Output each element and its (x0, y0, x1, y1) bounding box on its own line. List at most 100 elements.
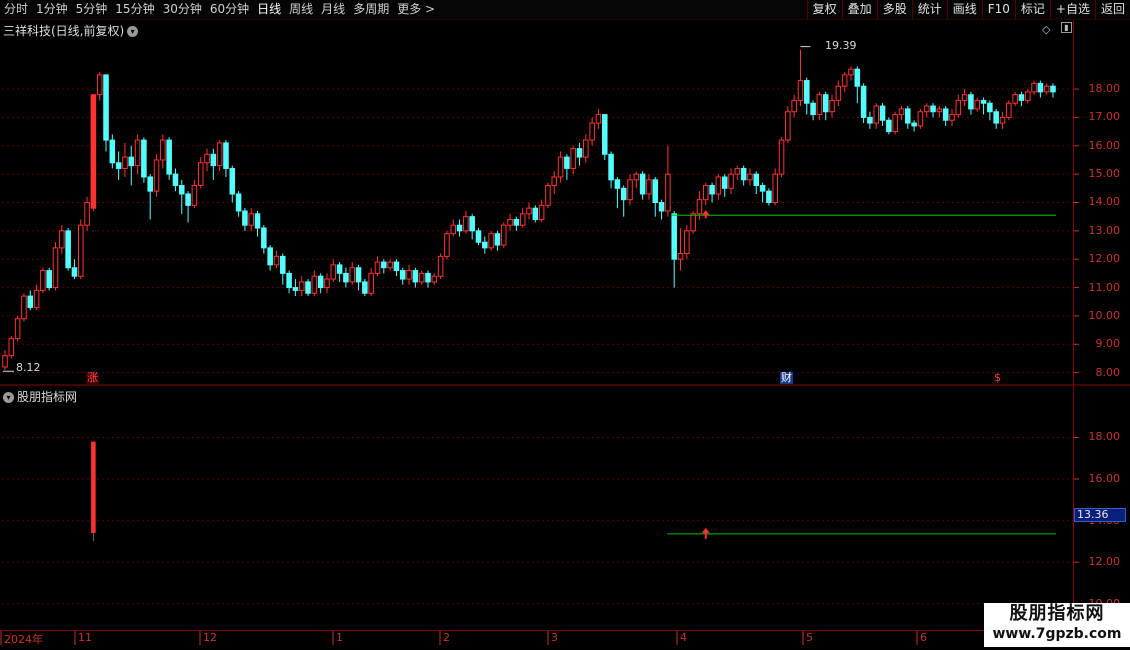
candle-body (147, 176, 153, 192)
candle-body (1012, 94, 1018, 104)
watermark-url: www.7gpzb.com (992, 626, 1122, 642)
price-tick-label: 13.00 (1088, 223, 1121, 237)
candle-body (242, 210, 248, 226)
candle-body (456, 224, 463, 232)
candle-body (841, 74, 848, 87)
candle-body (639, 173, 646, 195)
candle-body (500, 224, 507, 246)
candle-body (810, 102, 816, 116)
limit-up-marker[interactable]: 涨 (86, 372, 99, 384)
candle-body (280, 255, 286, 274)
candle-body (785, 111, 791, 141)
candle-body (21, 295, 27, 320)
indicator-axis: 10.0012.0014.0016.0018.00 (1074, 386, 1130, 626)
candle-body (949, 114, 955, 121)
dividend-marker[interactable]: $ (993, 372, 1002, 384)
candle-body (311, 275, 318, 294)
chevron-down-icon[interactable]: ▾ (3, 392, 14, 403)
candle-body (848, 68, 854, 76)
candle-body (709, 184, 715, 195)
candle-body (40, 270, 46, 291)
month-label: 11 (78, 631, 92, 644)
month-label: 2 (443, 631, 450, 644)
candle-body (463, 216, 469, 232)
indicator-tick-label: 18.00 (1088, 430, 1121, 444)
candle-body (425, 272, 431, 283)
candle-body (166, 139, 172, 175)
candle-body (923, 105, 930, 113)
candle-body (374, 261, 381, 274)
candle-body (134, 139, 141, 167)
indicator-tick-label: 12.00 (1088, 555, 1121, 569)
candle-body (860, 85, 867, 118)
finance-marker[interactable]: 财 (780, 372, 793, 384)
candle-body (905, 108, 911, 124)
price-panel-title[interactable]: 三祥科技(日线,前复权) ▾ (3, 22, 139, 39)
candle-body (791, 99, 797, 113)
candle-body (974, 99, 981, 110)
month-label: 2024年 (4, 633, 43, 646)
price-tick-label: 18.00 (1088, 82, 1121, 96)
indicator-title: 股朋指标网 (17, 390, 78, 404)
candle-body (336, 264, 343, 274)
candle-body (109, 139, 116, 164)
candle-body (822, 94, 829, 113)
candle-body (469, 216, 475, 232)
month-label: 12 (203, 631, 217, 644)
candle-body (191, 184, 198, 206)
candle-body (482, 241, 488, 249)
candle-body (229, 167, 236, 195)
candle-body (8, 338, 15, 357)
candle-body (273, 255, 280, 266)
candle-body (1037, 82, 1044, 93)
candle-body (545, 184, 551, 206)
candle-body (204, 153, 210, 164)
candle-body (115, 162, 122, 169)
candle-body (362, 281, 368, 294)
month-label: 5 (806, 631, 813, 644)
chart-canvas[interactable] (0, 0, 1130, 650)
candle-body (665, 173, 671, 212)
indicator-value-tag: 13.36 (1074, 508, 1126, 522)
candle-body (532, 207, 539, 221)
candle-body (734, 167, 741, 175)
candle-body (1024, 91, 1031, 101)
signal-candle-fill (91, 94, 96, 209)
candle-body (178, 184, 185, 195)
candle-body (620, 187, 627, 201)
candle-body (608, 153, 614, 181)
price-tick-label: 12.00 (1088, 252, 1121, 266)
candle-body (267, 247, 273, 266)
candle-body (1050, 85, 1056, 93)
candle-body (968, 94, 974, 110)
candle-body (355, 267, 362, 283)
candle-body (507, 219, 513, 226)
candle-body (437, 255, 444, 277)
candle-body (702, 184, 709, 201)
candle-body (519, 213, 526, 226)
candle-body (223, 142, 229, 169)
candle-body (235, 193, 242, 212)
candle-body (759, 184, 766, 192)
chevron-down-icon[interactable]: ▾ (127, 26, 139, 37)
diamond-icon[interactable]: ◇ (1042, 23, 1050, 36)
candle-body (84, 201, 90, 226)
panel-toggle-icon[interactable]: ▮ (1061, 22, 1072, 33)
candle-body (141, 139, 147, 178)
candle-body (646, 179, 652, 195)
indicator-panel-title[interactable]: ▾ 股朋指标网 (3, 388, 77, 405)
candle-body (349, 267, 356, 283)
candle-body (298, 281, 305, 291)
candle-body (564, 156, 570, 169)
candle-body (330, 264, 337, 280)
price-tick-label: 15.00 (1088, 167, 1121, 181)
candle-body (671, 213, 677, 260)
candle-body (766, 190, 772, 203)
candle-body (122, 156, 128, 169)
candle-body (993, 111, 999, 124)
high-price-label: 19.39 (825, 39, 857, 52)
candle-body (987, 102, 993, 113)
candle-body (816, 94, 823, 116)
candle-body (715, 176, 722, 195)
candle-body (216, 142, 223, 167)
